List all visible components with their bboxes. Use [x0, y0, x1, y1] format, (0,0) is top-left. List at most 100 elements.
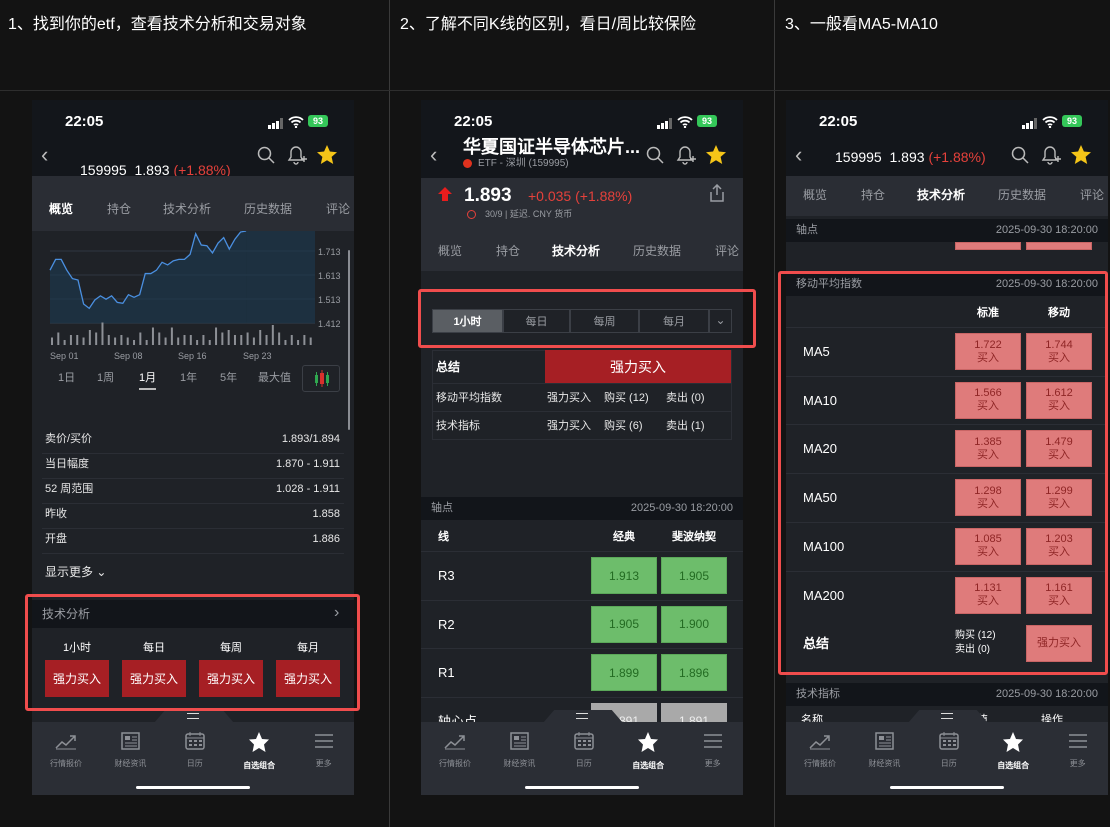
drag-handle-icon[interactable] — [576, 713, 588, 719]
tab-4[interactable]: 评论 — [1080, 189, 1104, 201]
nav-item-4[interactable]: 更多 — [292, 732, 354, 769]
nav-label: 日历 — [575, 759, 592, 768]
volume-bar — [221, 332, 224, 345]
chart-trend-icon — [788, 732, 852, 755]
volume-bar — [63, 340, 66, 345]
share-icon[interactable] — [709, 183, 725, 207]
watchlist-star-icon[interactable] — [1071, 145, 1091, 169]
volume-bar — [177, 337, 180, 345]
home-indicator[interactable] — [890, 786, 1004, 789]
stat-label: 开盘 — [45, 533, 67, 545]
nav-item-0[interactable]: 行情报价 — [34, 732, 98, 769]
quote-meta: 30/9 | 延迟. CNY 货币 — [485, 209, 573, 219]
add-alert-bell-icon[interactable] — [676, 145, 696, 170]
status-time: 22:05 — [65, 113, 104, 130]
bottom-nav: 行情报价 财经资讯 日历 自选组合 更多 — [786, 722, 1108, 795]
volume-bar — [57, 332, 60, 345]
x-tick-label: Sep 08 — [114, 351, 143, 361]
nav-item-2[interactable]: 日历 — [917, 732, 981, 769]
home-indicator[interactable] — [525, 786, 639, 789]
volume-bar — [126, 337, 129, 345]
tab-1[interactable]: 持仓 — [496, 245, 520, 257]
volume-bar — [114, 337, 117, 345]
drag-handle-icon[interactable] — [187, 713, 199, 719]
nav-label: 自选组合 — [632, 761, 665, 770]
nav-item-4[interactable]: 更多 — [681, 732, 743, 769]
drag-handle-icon[interactable] — [941, 713, 953, 719]
nav-item-1[interactable]: 财经资讯 — [98, 732, 162, 769]
phone-screen-technical: 华夏国证半导体芯片... ETF - 深圳 (159995) 1.893 +0.… — [421, 100, 743, 795]
tab-3[interactable]: 历史数据 — [244, 203, 292, 215]
nav-item-3[interactable]: 自选组合 — [981, 732, 1045, 771]
tab-1[interactable]: 持仓 — [861, 189, 885, 201]
divider — [421, 551, 743, 552]
scrollbar[interactable] — [348, 250, 350, 430]
add-alert-bell-icon[interactable] — [1041, 145, 1061, 170]
tab-3[interactable]: 历史数据 — [998, 189, 1046, 201]
volume-bar — [189, 335, 192, 345]
star-icon — [616, 732, 680, 757]
home-indicator[interactable] — [136, 786, 250, 789]
tab-0[interactable]: 概览 — [49, 203, 73, 215]
watchlist-star-icon[interactable] — [317, 145, 337, 169]
tab-2[interactable]: 技术分析 — [917, 189, 965, 201]
watchlist-star-icon[interactable] — [706, 145, 726, 169]
nav-item-0[interactable]: 行情报价 — [788, 732, 852, 769]
add-alert-bell-icon[interactable] — [287, 145, 307, 170]
volume-bar — [51, 337, 53, 345]
nav-item-1[interactable]: 财经资讯 — [852, 732, 916, 769]
tab-4[interactable]: 评论 — [715, 245, 739, 257]
tab-1[interactable]: 持仓 — [107, 203, 131, 215]
nav-label: 自选组合 — [997, 761, 1030, 770]
range-4[interactable]: 5年 — [220, 373, 237, 384]
search-icon[interactable] — [257, 146, 275, 169]
nav-item-2[interactable]: 日历 — [552, 732, 616, 769]
nav-item-4[interactable]: 更多 — [1046, 732, 1108, 769]
tab-3[interactable]: 历史数据 — [633, 245, 681, 257]
chart-trend-icon — [34, 732, 98, 755]
back-button[interactable]: ‹ — [430, 144, 437, 166]
news-icon — [487, 732, 551, 755]
candlestick-toggle-button[interactable] — [302, 365, 340, 392]
show-more-button[interactable]: 显示更多 ⌄ — [45, 566, 106, 578]
range-1[interactable]: 1周 — [97, 373, 114, 384]
nav-label: 日历 — [940, 759, 957, 768]
pivot-value-cell — [1026, 242, 1092, 250]
nav-label: 自选组合 — [243, 761, 276, 770]
range-3[interactable]: 1年 — [180, 373, 197, 384]
tab-0[interactable]: 概览 — [438, 245, 462, 257]
volume-bar — [240, 335, 243, 345]
search-icon[interactable] — [1011, 146, 1029, 169]
range-0[interactable]: 1日 — [58, 373, 75, 384]
tab-0[interactable]: 概览 — [803, 189, 827, 201]
tab-2[interactable]: 技术分析 — [163, 203, 211, 215]
volume-bar — [309, 337, 312, 345]
row-label: 移动平均指数 — [436, 392, 502, 404]
tab-4[interactable]: 评论 — [326, 203, 350, 215]
back-button[interactable]: ‹ — [795, 144, 802, 166]
nav-item-3[interactable]: 自选组合 — [227, 732, 291, 771]
stat-value: 1.858 — [312, 508, 340, 520]
pivot-fib-value: 1.896 — [661, 654, 727, 691]
range-2[interactable]: 1月 — [139, 373, 157, 390]
range-5[interactable]: 最大值 — [258, 373, 291, 384]
back-button[interactable]: ‹ — [41, 144, 48, 166]
nav-item-0[interactable]: 行情报价 — [423, 732, 487, 769]
tab-2[interactable]: 技术分析 — [552, 245, 600, 257]
volume-bar — [259, 330, 262, 345]
search-icon[interactable] — [646, 146, 664, 169]
price-chart[interactable]: 1.713 1.613 1.513 1.412 Sep 01 Sep 08 Sep 16 Se… — [32, 231, 354, 366]
clock-icon — [467, 210, 476, 219]
nav-item-1[interactable]: 财经资讯 — [487, 732, 551, 769]
nav-label: 财经资讯 — [503, 759, 536, 768]
menu-icon — [1046, 732, 1108, 755]
candlestick-icon — [315, 370, 329, 387]
nav-item-3[interactable]: 自选组合 — [616, 732, 680, 771]
sell-count: 卖出 (0) — [666, 392, 705, 404]
cellular-signal-icon — [657, 116, 673, 134]
nav-item-2[interactable]: 日历 — [163, 732, 227, 769]
price-change: +0.035 (+1.88%) — [528, 188, 633, 204]
highlight-moving-averages — [778, 271, 1108, 675]
etf-name: 华夏国证半导体芯片... — [463, 137, 641, 157]
highlight-period-selector — [418, 289, 756, 348]
